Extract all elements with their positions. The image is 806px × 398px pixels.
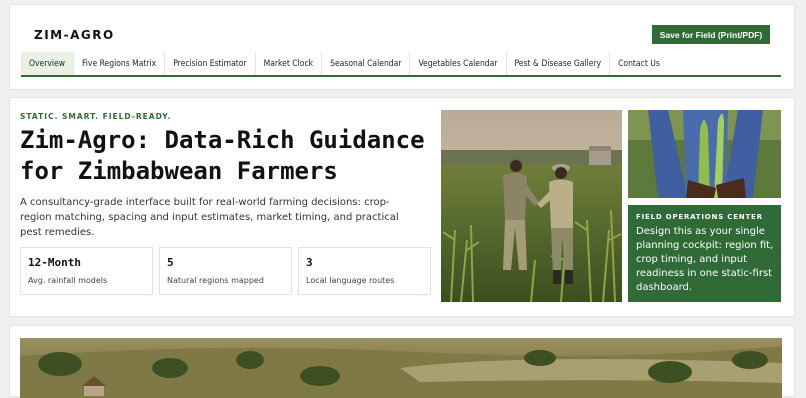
brand-logo[interactable]: ZIM-AGRO: [34, 28, 115, 42]
farmers-field-photo: [441, 110, 622, 302]
field-operations-panel: FIELD OPERATIONS CENTER Design this as y…: [628, 205, 781, 302]
tab-contact-us[interactable]: Contact Us: [610, 52, 668, 75]
hero-description: A consultancy-grade interface built for …: [20, 197, 399, 238]
tab-pest-disease-gallery[interactable]: Pest & Disease Gallery: [507, 52, 611, 75]
stat-card-rainfall: 12-Month Avg. rainfall models: [20, 247, 153, 295]
landscape-section: [9, 325, 795, 398]
stat-card-regions: 5 Natural regions mapped: [159, 247, 292, 295]
tab-five-regions-matrix[interactable]: Five Regions Matrix: [74, 52, 166, 75]
stat-value: 5: [167, 256, 174, 269]
tab-vegetables-calendar[interactable]: Vegetables Calendar: [410, 52, 507, 75]
tab-precision-estimator[interactable]: Precision Estimator: [165, 52, 256, 75]
page-title: Zim-Agro: Data-Rich Guidance for Zimbabw…: [20, 126, 425, 185]
hero-section: STATIC. SMART. FIELD-READY. Zim-Agro: Da…: [9, 97, 795, 317]
tab-overview[interactable]: Overview: [21, 52, 75, 75]
hero-kicker: STATIC. SMART. FIELD-READY.: [20, 112, 172, 121]
stat-label: Avg. rainfall models: [28, 276, 108, 285]
site-header: ZIM-AGRO Save for Field (Print/PDF) Over…: [9, 4, 795, 90]
maize-hands-photo: [628, 110, 781, 198]
stat-label: Natural regions mapped: [167, 276, 264, 285]
tab-market-clock[interactable]: Market Clock: [256, 52, 323, 75]
ops-title: FIELD OPERATIONS CENTER: [636, 213, 763, 221]
tab-seasonal-calendar[interactable]: Seasonal Calendar: [322, 52, 411, 75]
stat-label: Local language routes: [306, 276, 395, 285]
landscape-photo: [20, 338, 782, 398]
main-nav: Overview Five Regions Matrix Precision E…: [21, 52, 781, 77]
stat-card-languages: 3 Local language routes: [298, 247, 431, 295]
save-for-field-button[interactable]: Save for Field (Print/PDF): [652, 25, 770, 44]
ops-description: Design this as your single planning cock…: [636, 226, 774, 293]
stat-value: 12-Month: [28, 256, 81, 269]
stat-value: 3: [306, 256, 313, 269]
